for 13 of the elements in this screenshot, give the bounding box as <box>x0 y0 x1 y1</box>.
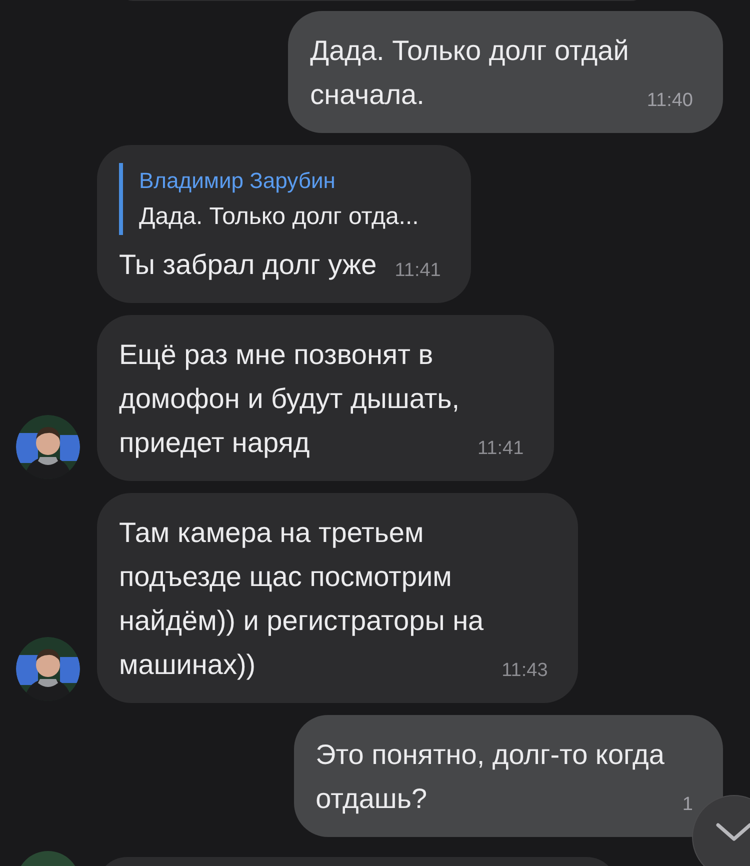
message-text: Это понятно, долг-то когда отдашь? <box>316 738 664 816</box>
message-text: Там камера на третьем подъезде щас посмотрим найдём)) и регистраторы на машинах)) <box>119 516 484 682</box>
message-text: Дада. Только долг отдай сначала. <box>310 34 629 112</box>
reply-author: Владимир Зарубин <box>139 167 336 195</box>
message-time: 11:43 <box>502 659 548 683</box>
reply-quote[interactable]: Владимир Зарубин Дада. Только долг отда... <box>119 163 449 235</box>
message-text: Ещё раз мне позвонят в домофон и будут дышать, приедет наряд <box>119 338 460 460</box>
message-time: 11:41 <box>394 259 441 283</box>
message-time: 11:41 <box>478 437 524 461</box>
reply-text: Дада. Только долг отда... <box>139 202 420 232</box>
message-time: 1 <box>682 793 693 817</box>
message-text: Ты забрал долг уже <box>119 248 377 282</box>
message-time: 11:40 <box>646 89 693 113</box>
